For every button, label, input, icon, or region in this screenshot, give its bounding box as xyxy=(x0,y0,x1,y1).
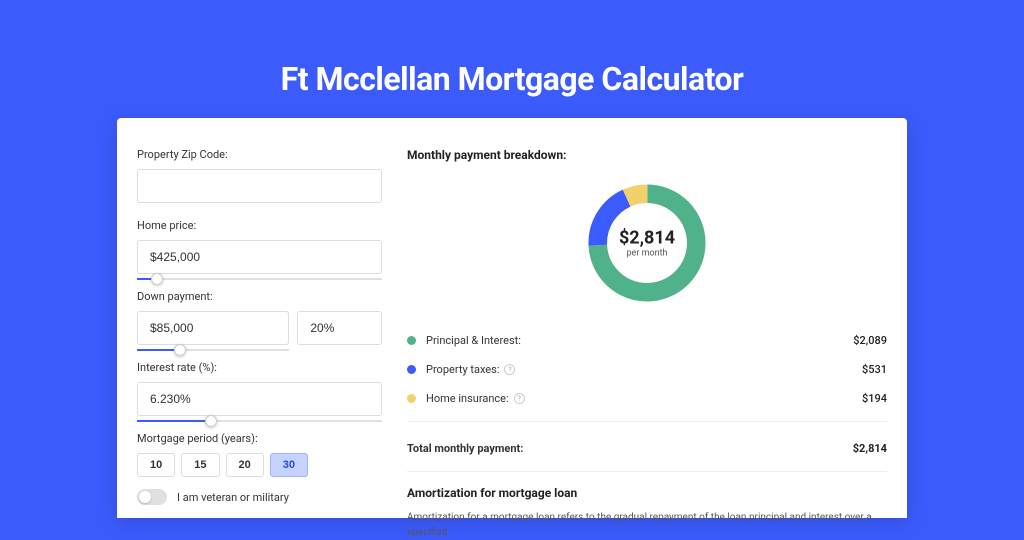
home-price-label: Home price: xyxy=(137,219,382,232)
legend-list: Principal & Interest: $2,089 Property taxe… xyxy=(407,326,887,413)
down-payment-field-group: Down payment: xyxy=(137,290,382,345)
veteran-toggle[interactable] xyxy=(137,489,167,505)
legend-label: Property taxes:? xyxy=(426,363,515,376)
donut-sub: per month xyxy=(619,249,675,259)
period-buttons: 1015 2030 xyxy=(137,453,382,477)
breakdown-title: Monthly payment breakdown: xyxy=(407,148,887,162)
legend-label: Principal & Interest: xyxy=(426,334,521,347)
page-title: Ft Mcclellan Mortgage Calculator xyxy=(281,60,744,98)
legend-dot xyxy=(407,336,416,345)
zip-field-group: Property Zip Code: xyxy=(137,148,382,203)
legend-value: $531 xyxy=(862,363,887,376)
period-btn-30[interactable]: 30 xyxy=(270,453,308,477)
donut-chart: $2,814 per month xyxy=(582,178,712,308)
legend-total-row: Total monthly payment: $2,814 xyxy=(407,434,887,463)
interest-slider-fill xyxy=(137,420,211,422)
legend-dot xyxy=(407,365,416,374)
home-price-field-group: Home price: xyxy=(137,219,382,274)
home-price-slider-track[interactable] xyxy=(137,278,382,280)
donut-center: $2,814 per month xyxy=(619,228,675,259)
legend-total-value: $2,814 xyxy=(853,442,887,455)
legend-row: Home insurance:? $194 xyxy=(407,384,887,413)
legend-dot xyxy=(407,394,416,403)
period-btn-15[interactable]: 15 xyxy=(181,453,219,477)
interest-slider-thumb[interactable] xyxy=(205,415,217,427)
down-payment-label: Down payment: xyxy=(137,290,382,303)
veteran-toggle-row: I am veteran or military xyxy=(137,489,382,505)
interest-field-group: Interest rate (%): xyxy=(137,361,382,416)
form-column: Property Zip Code: Home price: Down paym… xyxy=(137,148,407,488)
home-price-input[interactable] xyxy=(137,240,382,274)
legend-row: Principal & Interest: $2,089 xyxy=(407,326,887,355)
divider xyxy=(407,471,887,472)
veteran-label: I am veteran or military xyxy=(177,491,289,504)
period-label: Mortgage period (years): xyxy=(137,432,382,445)
donut-amount: $2,814 xyxy=(619,228,675,249)
down-payment-pct-input[interactable] xyxy=(297,311,382,345)
legend-total-label: Total monthly payment: xyxy=(407,442,523,455)
legend-label: Home insurance:? xyxy=(426,392,525,405)
toggle-knob xyxy=(139,491,151,503)
info-icon[interactable]: ? xyxy=(504,364,515,375)
down-payment-input[interactable] xyxy=(137,311,289,345)
legend-value: $194 xyxy=(862,392,887,405)
legend-row: Property taxes:? $531 xyxy=(407,355,887,384)
donut-wrap: $2,814 per month xyxy=(407,178,887,308)
divider xyxy=(407,421,887,422)
period-btn-20[interactable]: 20 xyxy=(226,453,264,477)
breakdown-column: Monthly payment breakdown: $2,814 per mo… xyxy=(407,148,887,488)
legend-value: $2,089 xyxy=(853,334,887,347)
interest-input[interactable] xyxy=(137,382,382,416)
amortization-text: Amortization for a mortgage loan refers … xyxy=(407,510,887,540)
down-payment-slider-thumb[interactable] xyxy=(174,344,186,356)
period-field-group: Mortgage period (years): 1015 2030 xyxy=(137,432,382,477)
calculator-card: Property Zip Code: Home price: Down paym… xyxy=(117,118,907,518)
zip-input[interactable] xyxy=(137,169,382,203)
zip-label: Property Zip Code: xyxy=(137,148,382,161)
home-price-slider-thumb[interactable] xyxy=(151,273,163,285)
period-btn-10[interactable]: 10 xyxy=(137,453,175,477)
info-icon[interactable]: ? xyxy=(514,393,525,404)
amortization-title: Amortization for mortgage loan xyxy=(407,486,887,500)
interest-label: Interest rate (%): xyxy=(137,361,382,374)
